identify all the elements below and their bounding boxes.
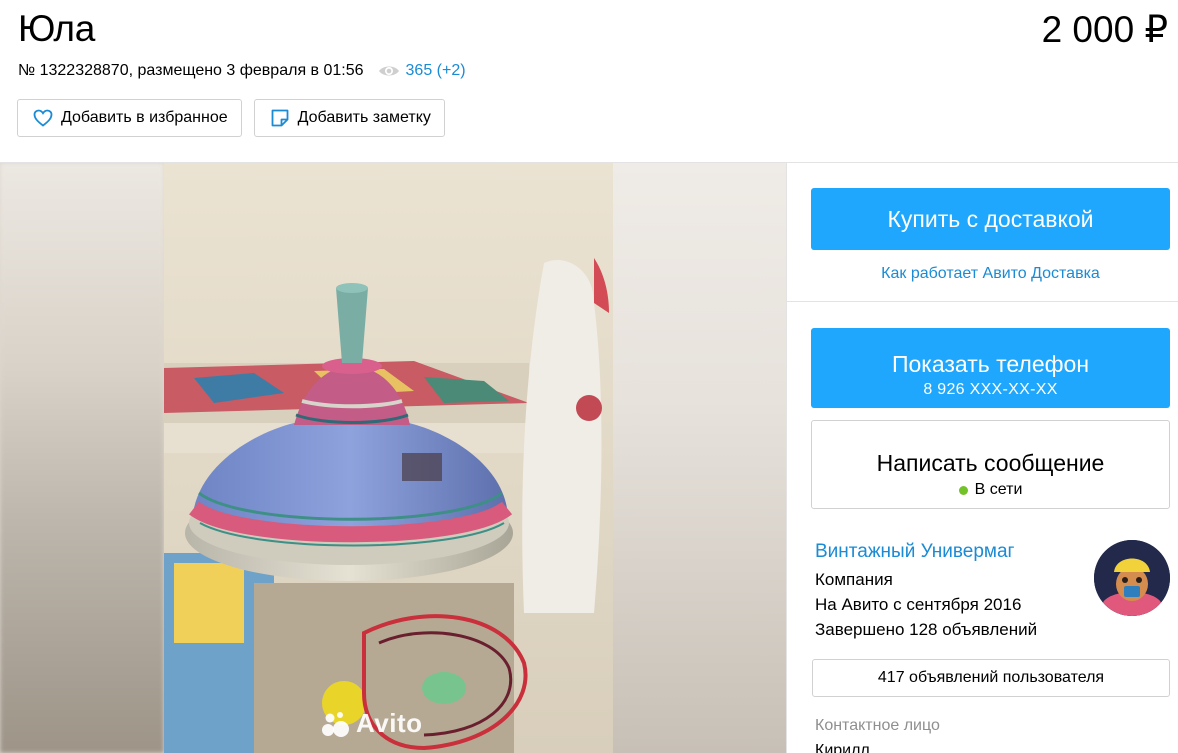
add-to-favorites-button[interactable]: Добавить в избранное (17, 99, 242, 137)
note-icon (270, 108, 290, 128)
seller-since: На Авито с сентября 2016 (815, 595, 1022, 614)
user-listings-button[interactable]: 417 объявлений пользователя (812, 659, 1170, 697)
buy-with-delivery-button[interactable]: Купить с доставкой (811, 188, 1170, 250)
photo-gallery[interactable]: Avito (0, 163, 786, 753)
listing-title: Юла (18, 8, 95, 49)
show-phone-label: Показать телефон (891, 351, 1090, 377)
add-note-button[interactable]: Добавить заметку (253, 99, 445, 137)
avito-logo-icon (320, 709, 350, 739)
listing-meta: № 1322328870, размещено 3 февраля в 01:5… (18, 62, 466, 80)
eye-icon (378, 64, 400, 78)
online-status: В сети (958, 481, 1023, 499)
contact-person-name: Кирилл (815, 742, 870, 753)
delivery-divider (787, 301, 1178, 302)
contact-person-label: Контактное лицо (815, 717, 940, 734)
seller-avatar[interactable] (1094, 540, 1170, 616)
seller-completed: Завершено 128 объявлений (815, 620, 1038, 639)
gallery-blur-right (613, 163, 786, 753)
avito-watermark-text: Avito (356, 708, 423, 738)
show-phone-button[interactable]: Показать телефон 8 926 XXX-XX-XX (811, 328, 1170, 408)
delivery-info-link[interactable]: Как работает Авито Доставка (811, 265, 1170, 283)
avito-watermark: Avito (320, 708, 423, 739)
right-column-divider (786, 163, 787, 753)
seller-type: Компания (815, 570, 893, 589)
phone-number-masked: 8 926 XXX-XX-XX (923, 381, 1058, 398)
listing-id-date: № 1322328870, размещено 3 февраля в 01:5… (18, 62, 364, 79)
add-to-favorites-label: Добавить в избранное (61, 109, 228, 126)
seller-info: Компания На Авито с сентября 2016 Заверш… (815, 567, 1037, 642)
views-count[interactable]: 365 (+2) (406, 62, 466, 80)
listing-photo[interactable] (164, 163, 613, 753)
gallery-blur-left (0, 163, 164, 753)
listing-actions: Добавить в избранное Добавить заметку (17, 99, 445, 137)
online-status-label: В сети (974, 481, 1023, 498)
add-note-label: Добавить заметку (297, 109, 431, 126)
listing-price: 2 000 ₽ (1041, 9, 1168, 50)
write-message-button[interactable]: Написать сообщение В сети (811, 420, 1170, 509)
heart-icon (33, 109, 53, 127)
seller-name-link[interactable]: Винтажный Универмаг (815, 541, 1014, 563)
online-dot-icon (958, 485, 968, 495)
write-message-label: Написать сообщение (876, 450, 1105, 476)
